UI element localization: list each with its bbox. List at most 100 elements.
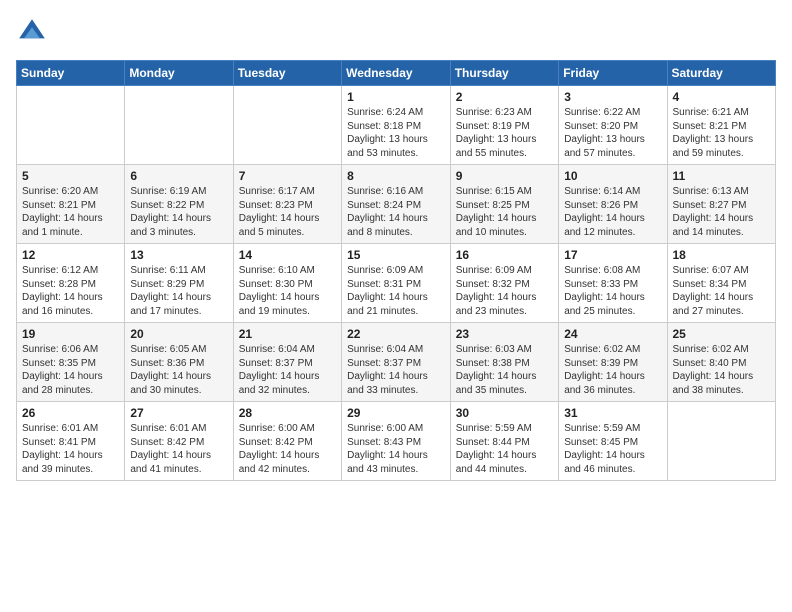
day-info: Sunrise: 5:59 AM Sunset: 8:45 PM Dayligh… bbox=[564, 422, 661, 476]
day-info: Sunrise: 6:01 AM Sunset: 8:42 PM Dayligh… bbox=[130, 422, 227, 476]
calendar-header: SundayMondayTuesdayWednesdayThursdayFrid… bbox=[17, 61, 776, 86]
day-cell: 4 Sunrise: 6:21 AM Sunset: 8:21 PM Daylig… bbox=[667, 86, 776, 165]
day-number: 20 bbox=[130, 327, 227, 341]
logo bbox=[16, 16, 52, 48]
day-cell: 23 Sunrise: 6:03 AM Sunset: 8:38 PM Dayli… bbox=[450, 323, 558, 402]
day-number: 18 bbox=[673, 248, 771, 262]
day-info: Sunrise: 6:23 AM Sunset: 8:19 PM Dayligh… bbox=[456, 106, 553, 160]
day-number: 22 bbox=[347, 327, 445, 341]
day-number: 16 bbox=[456, 248, 553, 262]
weekday-header-friday: Friday bbox=[559, 61, 667, 86]
day-number: 23 bbox=[456, 327, 553, 341]
day-cell: 30 Sunrise: 5:59 AM Sunset: 8:44 PM Dayli… bbox=[450, 402, 558, 481]
day-cell: 22 Sunrise: 6:04 AM Sunset: 8:37 PM Dayli… bbox=[342, 323, 451, 402]
day-info: Sunrise: 6:07 AM Sunset: 8:34 PM Dayligh… bbox=[673, 264, 771, 318]
day-number: 2 bbox=[456, 90, 553, 104]
day-cell: 12Sunrise: 6:12 AM Sunset: 8:28 PM Dayli… bbox=[17, 244, 125, 323]
day-cell: 18 Sunrise: 6:07 AM Sunset: 8:34 PM Dayli… bbox=[667, 244, 776, 323]
day-cell: 16 Sunrise: 6:09 AM Sunset: 8:32 PM Dayli… bbox=[450, 244, 558, 323]
day-info: Sunrise: 6:01 AM Sunset: 8:41 PM Dayligh… bbox=[22, 422, 119, 476]
calendar-body: 1 Sunrise: 6:24 AM Sunset: 8:18 PM Daylig… bbox=[17, 86, 776, 481]
logo-icon bbox=[16, 16, 48, 48]
day-cell: 5Sunrise: 6:20 AM Sunset: 8:21 PM Daylig… bbox=[17, 165, 125, 244]
day-info: Sunrise: 5:59 AM Sunset: 8:44 PM Dayligh… bbox=[456, 422, 553, 476]
weekday-header-monday: Monday bbox=[125, 61, 233, 86]
day-cell: 31Sunrise: 5:59 AM Sunset: 8:45 PM Dayli… bbox=[559, 402, 667, 481]
day-cell: 27 Sunrise: 6:01 AM Sunset: 8:42 PM Dayli… bbox=[125, 402, 233, 481]
day-number: 17 bbox=[564, 248, 661, 262]
weekday-header-wednesday: Wednesday bbox=[342, 61, 451, 86]
day-number: 9 bbox=[456, 169, 553, 183]
week-row-4: 19 Sunrise: 6:06 AM Sunset: 8:35 PM Dayli… bbox=[17, 323, 776, 402]
day-info: Sunrise: 6:21 AM Sunset: 8:21 PM Dayligh… bbox=[673, 106, 771, 160]
day-number: 10 bbox=[564, 169, 661, 183]
day-number: 1 bbox=[347, 90, 445, 104]
day-info: Sunrise: 6:09 AM Sunset: 8:31 PM Dayligh… bbox=[347, 264, 445, 318]
day-number: 6 bbox=[130, 169, 227, 183]
day-cell: 14 Sunrise: 6:10 AM Sunset: 8:30 PM Dayli… bbox=[233, 244, 341, 323]
day-number: 4 bbox=[673, 90, 771, 104]
day-info: Sunrise: 6:04 AM Sunset: 8:37 PM Dayligh… bbox=[347, 343, 445, 397]
day-number: 19 bbox=[22, 327, 119, 341]
day-number: 25 bbox=[673, 327, 771, 341]
day-cell: 6 Sunrise: 6:19 AM Sunset: 8:22 PM Daylig… bbox=[125, 165, 233, 244]
day-cell: 11Sunrise: 6:13 AM Sunset: 8:27 PM Dayli… bbox=[667, 165, 776, 244]
day-cell bbox=[17, 86, 125, 165]
day-info: Sunrise: 6:14 AM Sunset: 8:26 PM Dayligh… bbox=[564, 185, 661, 239]
day-number: 30 bbox=[456, 406, 553, 420]
day-cell bbox=[233, 86, 341, 165]
day-number: 15 bbox=[347, 248, 445, 262]
day-cell: 24Sunrise: 6:02 AM Sunset: 8:39 PM Dayli… bbox=[559, 323, 667, 402]
day-cell: 7Sunrise: 6:17 AM Sunset: 8:23 PM Daylig… bbox=[233, 165, 341, 244]
day-info: Sunrise: 6:05 AM Sunset: 8:36 PM Dayligh… bbox=[130, 343, 227, 397]
weekday-row: SundayMondayTuesdayWednesdayThursdayFrid… bbox=[17, 61, 776, 86]
day-cell: 1 Sunrise: 6:24 AM Sunset: 8:18 PM Daylig… bbox=[342, 86, 451, 165]
day-info: Sunrise: 6:10 AM Sunset: 8:30 PM Dayligh… bbox=[239, 264, 336, 318]
day-cell: 8 Sunrise: 6:16 AM Sunset: 8:24 PM Daylig… bbox=[342, 165, 451, 244]
day-info: Sunrise: 6:13 AM Sunset: 8:27 PM Dayligh… bbox=[673, 185, 771, 239]
day-info: Sunrise: 6:02 AM Sunset: 8:40 PM Dayligh… bbox=[673, 343, 771, 397]
day-info: Sunrise: 6:04 AM Sunset: 8:37 PM Dayligh… bbox=[239, 343, 336, 397]
day-info: Sunrise: 6:24 AM Sunset: 8:18 PM Dayligh… bbox=[347, 106, 445, 160]
day-info: Sunrise: 6:19 AM Sunset: 8:22 PM Dayligh… bbox=[130, 185, 227, 239]
day-info: Sunrise: 6:12 AM Sunset: 8:28 PM Dayligh… bbox=[22, 264, 119, 318]
day-info: Sunrise: 6:17 AM Sunset: 8:23 PM Dayligh… bbox=[239, 185, 336, 239]
day-cell: 28 Sunrise: 6:00 AM Sunset: 8:42 PM Dayli… bbox=[233, 402, 341, 481]
day-cell: 20 Sunrise: 6:05 AM Sunset: 8:36 PM Dayli… bbox=[125, 323, 233, 402]
day-cell: 10 Sunrise: 6:14 AM Sunset: 8:26 PM Dayli… bbox=[559, 165, 667, 244]
weekday-header-sunday: Sunday bbox=[17, 61, 125, 86]
day-info: Sunrise: 6:09 AM Sunset: 8:32 PM Dayligh… bbox=[456, 264, 553, 318]
day-info: Sunrise: 6:11 AM Sunset: 8:29 PM Dayligh… bbox=[130, 264, 227, 318]
day-info: Sunrise: 6:20 AM Sunset: 8:21 PM Dayligh… bbox=[22, 185, 119, 239]
day-cell: 3Sunrise: 6:22 AM Sunset: 8:20 PM Daylig… bbox=[559, 86, 667, 165]
day-number: 14 bbox=[239, 248, 336, 262]
day-number: 27 bbox=[130, 406, 227, 420]
weekday-header-thursday: Thursday bbox=[450, 61, 558, 86]
page-header bbox=[16, 16, 776, 48]
day-number: 29 bbox=[347, 406, 445, 420]
week-row-1: 1 Sunrise: 6:24 AM Sunset: 8:18 PM Daylig… bbox=[17, 86, 776, 165]
day-info: Sunrise: 6:00 AM Sunset: 8:42 PM Dayligh… bbox=[239, 422, 336, 476]
day-cell: 9Sunrise: 6:15 AM Sunset: 8:25 PM Daylig… bbox=[450, 165, 558, 244]
day-cell: 13 Sunrise: 6:11 AM Sunset: 8:29 PM Dayli… bbox=[125, 244, 233, 323]
day-cell: 21 Sunrise: 6:04 AM Sunset: 8:37 PM Dayli… bbox=[233, 323, 341, 402]
day-cell bbox=[125, 86, 233, 165]
day-info: Sunrise: 6:16 AM Sunset: 8:24 PM Dayligh… bbox=[347, 185, 445, 239]
day-info: Sunrise: 6:22 AM Sunset: 8:20 PM Dayligh… bbox=[564, 106, 661, 160]
weekday-header-tuesday: Tuesday bbox=[233, 61, 341, 86]
day-cell: 25 Sunrise: 6:02 AM Sunset: 8:40 PM Dayli… bbox=[667, 323, 776, 402]
day-number: 28 bbox=[239, 406, 336, 420]
day-cell: 29Sunrise: 6:00 AM Sunset: 8:43 PM Dayli… bbox=[342, 402, 451, 481]
day-number: 13 bbox=[130, 248, 227, 262]
week-row-2: 5Sunrise: 6:20 AM Sunset: 8:21 PM Daylig… bbox=[17, 165, 776, 244]
day-number: 21 bbox=[239, 327, 336, 341]
day-info: Sunrise: 6:03 AM Sunset: 8:38 PM Dayligh… bbox=[456, 343, 553, 397]
weekday-header-saturday: Saturday bbox=[667, 61, 776, 86]
day-number: 26 bbox=[22, 406, 119, 420]
day-cell: 15 Sunrise: 6:09 AM Sunset: 8:31 PM Dayli… bbox=[342, 244, 451, 323]
day-number: 8 bbox=[347, 169, 445, 183]
calendar: SundayMondayTuesdayWednesdayThursdayFrid… bbox=[16, 60, 776, 481]
week-row-3: 12Sunrise: 6:12 AM Sunset: 8:28 PM Dayli… bbox=[17, 244, 776, 323]
day-info: Sunrise: 6:06 AM Sunset: 8:35 PM Dayligh… bbox=[22, 343, 119, 397]
day-number: 24 bbox=[564, 327, 661, 341]
